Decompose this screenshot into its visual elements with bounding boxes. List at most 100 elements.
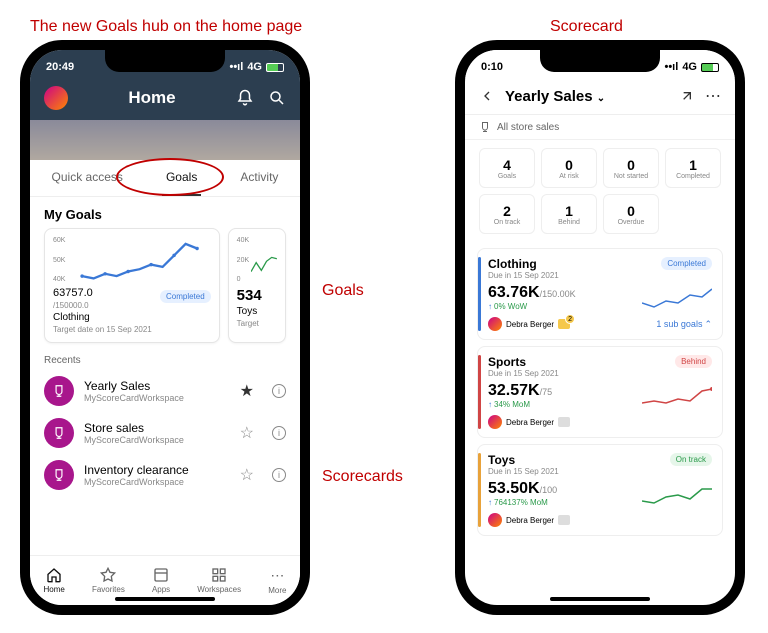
info-icon[interactable]: i — [272, 384, 286, 398]
bottom-nav: Home Favorites Apps Workspaces ⋯More — [30, 555, 300, 605]
more-icon[interactable]: ⋯ — [705, 86, 721, 106]
goal-value: 63757.0 — [53, 287, 93, 299]
goal-name: Toys — [237, 306, 277, 317]
recent-title: Yearly Sales — [84, 379, 230, 393]
sub-goals-toggle[interactable]: 1 sub goals ⌃ — [656, 319, 712, 330]
recent-title: Store sales — [84, 421, 230, 435]
notes-icon[interactable] — [558, 417, 570, 427]
network-label: 4G — [682, 61, 697, 73]
signal-icon: ••ıl — [664, 61, 678, 73]
recent-item[interactable]: Inventory clearance MyScoreCardWorkspace… — [30, 454, 300, 496]
favorite-star-icon[interactable]: ★ — [240, 381, 254, 401]
status-badge: Completed — [160, 290, 211, 303]
recent-item[interactable]: Yearly Sales MyScoreCardWorkspace ★ i — [30, 370, 300, 412]
chevron-down-icon: ⌄ — [597, 93, 605, 104]
axis-label: 60K — [53, 237, 65, 244]
scorecard-icon — [44, 460, 74, 490]
page-title: Home — [68, 88, 236, 108]
stat-goals[interactable]: 4Goals — [479, 148, 535, 188]
goal-value: 53.50K — [488, 480, 540, 497]
notch — [540, 50, 660, 72]
sparkline-clothing — [69, 237, 210, 283]
goal-value: 63.76K — [488, 284, 540, 301]
sparkline — [642, 483, 712, 507]
goal-delta: ↑34% MoM — [488, 400, 552, 409]
recent-subtitle: MyScoreCardWorkspace — [84, 393, 230, 403]
goal-name: Sports — [488, 355, 559, 369]
stat-at-risk[interactable]: 0At risk — [541, 148, 597, 188]
caption-goals: Goals — [322, 282, 364, 300]
info-icon[interactable]: i — [272, 426, 286, 440]
notch — [105, 50, 225, 72]
hero-image — [30, 120, 300, 160]
caption-scorecards: Scorecards — [322, 468, 403, 486]
nav-workspaces[interactable]: Workspaces — [197, 567, 241, 594]
trophy-icon — [479, 121, 491, 133]
avatar — [488, 513, 502, 527]
tab-activity[interactable]: Activity — [236, 160, 282, 196]
stats-grid: 4Goals 0At risk 0Not started 1Completed … — [465, 140, 735, 242]
axis-label: 20K — [237, 257, 249, 264]
axis-label: 40K — [237, 237, 249, 244]
avatar — [488, 317, 502, 331]
tab-bar: Quick access Goals Activity — [30, 160, 300, 197]
goal-item-toys[interactable]: ToysDue in 15 Sep 2021 On track 53.50K/1… — [477, 444, 723, 536]
axis-label: 0 — [237, 276, 249, 283]
goal-delta: ↑0% WoW — [488, 302, 576, 311]
goal-item-sports[interactable]: SportsDue in 15 Sep 2021 Behind 32.57K/7… — [477, 346, 723, 438]
network-label: 4G — [247, 61, 262, 73]
status-badge: Completed — [661, 257, 712, 270]
breadcrumb[interactable]: All store sales — [465, 115, 735, 140]
goal-date: Target date on 15 Sep 2021 — [53, 325, 211, 334]
notes-icon[interactable]: 2 — [558, 319, 570, 329]
info-icon[interactable]: i — [272, 468, 286, 482]
goal-owner: Debra Berger 2 — [488, 317, 570, 331]
axis-label: 40K — [53, 276, 65, 283]
goal-target: /150000.0 — [53, 301, 93, 310]
search-icon[interactable] — [268, 89, 286, 107]
nav-more[interactable]: ⋯More — [268, 567, 286, 595]
goal-date: Target — [237, 319, 277, 328]
back-icon[interactable] — [479, 88, 495, 104]
goal-due: Due in 15 Sep 2021 — [488, 369, 559, 378]
scorecard-title[interactable]: Yearly Sales ⌄ — [505, 88, 669, 105]
bell-icon[interactable] — [236, 89, 254, 107]
status-time: 0:10 — [481, 61, 503, 73]
stat-behind[interactable]: 1Behind — [541, 194, 597, 234]
tab-quick-access[interactable]: Quick access — [48, 160, 127, 196]
favorite-star-icon[interactable]: ☆ — [240, 423, 254, 443]
home-indicator — [115, 597, 215, 601]
expand-icon[interactable] — [679, 88, 695, 104]
scorecard-icon — [44, 418, 74, 448]
recent-title: Inventory clearance — [84, 463, 230, 477]
goal-card-clothing[interactable]: 60K 50K 40K 63757.0 /150000.0 Completed … — [44, 228, 220, 343]
stat-on-track[interactable]: 2On track — [479, 194, 535, 234]
goal-due: Due in 15 Sep 2021 — [488, 271, 559, 280]
goal-value: 32.57K — [488, 382, 540, 399]
axis-label: 50K — [53, 257, 65, 264]
goal-delta: ↑764137% MoM — [488, 498, 557, 507]
caption-goals-hub: The new Goals hub on the home page — [30, 18, 302, 36]
favorite-star-icon[interactable]: ☆ — [240, 465, 254, 485]
avatar[interactable] — [44, 86, 68, 110]
goal-name: Clothing — [53, 312, 211, 323]
goal-target: /100 — [540, 485, 558, 495]
scorecard-header: Yearly Sales ⌄ ⋯ — [465, 78, 735, 115]
stat-not-started[interactable]: 0Not started — [603, 148, 659, 188]
phone-scorecard: 0:10 ••ıl 4G Yearly Sales ⌄ ⋯ All store … — [455, 40, 745, 615]
scorecard-icon — [44, 376, 74, 406]
stat-completed[interactable]: 1Completed — [665, 148, 721, 188]
my-goals-heading: My Goals — [30, 197, 300, 228]
goal-item-clothing[interactable]: ClothingDue in 15 Sep 2021 Completed 63.… — [477, 248, 723, 340]
status-badge: Behind — [675, 355, 712, 368]
nav-favorites[interactable]: Favorites — [92, 567, 125, 594]
recent-item[interactable]: Store sales MyScoreCardWorkspace ☆ i — [30, 412, 300, 454]
notes-icon[interactable] — [558, 515, 570, 525]
phone-home: 20:49 ••ıl 4G Home Quick access Goals Ac… — [20, 40, 310, 615]
tab-goals[interactable]: Goals — [162, 160, 201, 196]
nav-home[interactable]: Home — [44, 567, 65, 594]
goal-card-toys[interactable]: 40K 20K 0 534 Toys Target — [228, 228, 286, 343]
status-time: 20:49 — [46, 61, 74, 73]
stat-overdue[interactable]: 0Overdue — [603, 194, 659, 234]
nav-apps[interactable]: Apps — [152, 567, 170, 594]
